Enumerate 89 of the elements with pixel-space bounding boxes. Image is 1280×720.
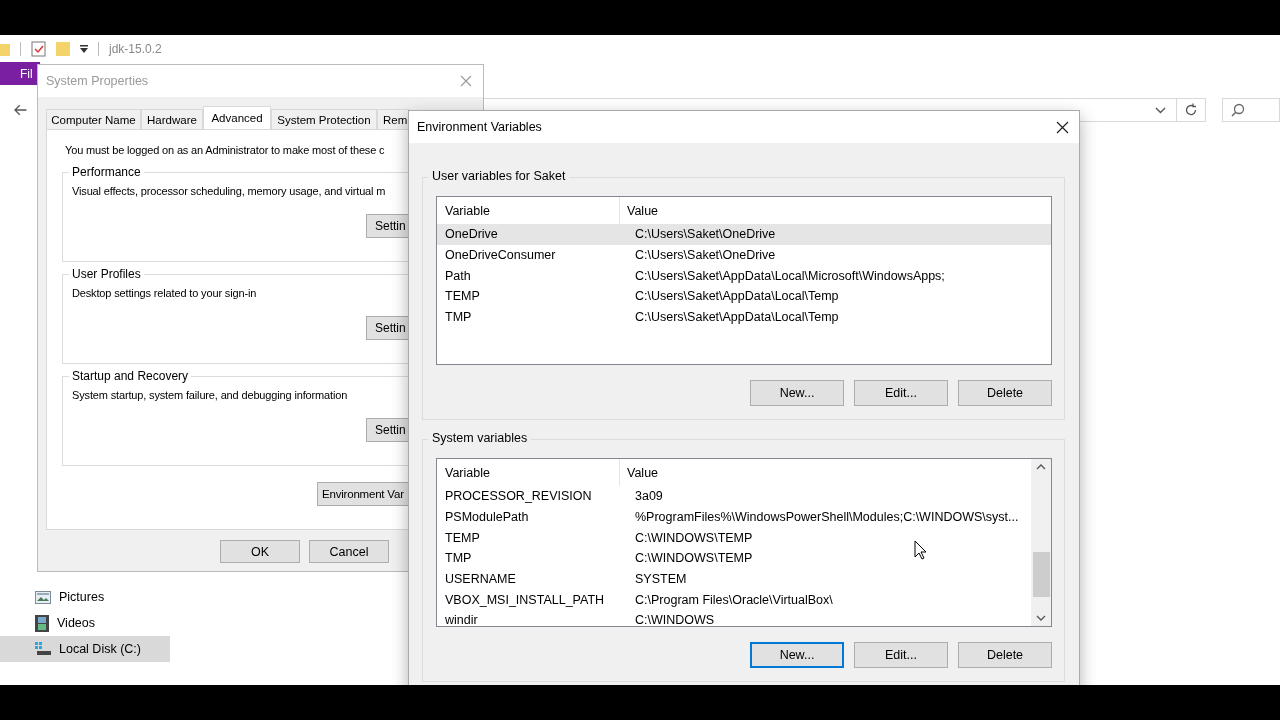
list-row[interactable]: OneDriveConsumer C:\Users\Saket\OneDrive (437, 244, 1051, 266)
list-row[interactable]: TEMP C:\Users\Saket\AppData\Local\Temp (437, 286, 1051, 307)
variable-name: OneDrive (444, 227, 499, 242)
column-header[interactable]: Value (620, 197, 1051, 224)
variable-value: C:\WINDOWS\TEMP (634, 530, 753, 545)
list-row[interactable]: VBOX_MSI_INSTALL_PATH C:\Program Files\Oracle\VirtualBox\ (437, 589, 1031, 611)
dialog-button[interactable]: OK (220, 540, 300, 563)
variable-value: 3a09 (634, 489, 663, 504)
column-header[interactable]: Value (620, 459, 1031, 486)
dialog-button[interactable]: New... (750, 380, 844, 406)
settings-button[interactable]: Settin (366, 214, 409, 238)
dialog-button[interactable]: Delete (958, 380, 1052, 406)
list-row[interactable]: TMP C:\WINDOWS\TEMP (437, 548, 1031, 569)
group-title: User variables for Saket (428, 169, 570, 183)
search-field[interactable] (1222, 98, 1280, 122)
variable-name: USERNAME (444, 572, 517, 587)
environment-variables-button[interactable]: Environment Var (317, 482, 409, 506)
settings-button[interactable]: Settin (366, 418, 409, 442)
chevron-down-icon[interactable] (1155, 106, 1167, 114)
scrollbar-thumb[interactable] (1032, 552, 1050, 597)
variable-value: C:\Users\Saket\OneDrive (634, 248, 776, 263)
file-tab[interactable]: Fil (0, 62, 40, 85)
variable-name: windir (444, 613, 479, 626)
list-row[interactable]: TEMP C:\WINDOWS\TEMP (437, 527, 1031, 549)
properties-icon[interactable] (31, 40, 46, 57)
list-row[interactable]: PROCESSOR_REVISION 3a09 (437, 486, 1031, 507)
tab[interactable]: Rem (377, 109, 410, 129)
list-row[interactable]: Path C:\Users\Saket\AppData\Local\Microsoft\WindowsApps; (437, 265, 1051, 287)
group-title: System variables (428, 431, 532, 445)
tab[interactable]: System Protection (271, 109, 377, 129)
close-icon[interactable] (1056, 120, 1069, 134)
variable-value: C:\WINDOWS (634, 613, 715, 626)
dialog-button[interactable]: Edit... (854, 642, 948, 668)
group-description: Visual effects, processor scheduling, memory usage, and virtual m (72, 185, 387, 197)
window-title: Environment Variables (417, 120, 542, 134)
variable-name: TMP (444, 551, 473, 566)
variable-value: %ProgramFiles%\WindowsPowerShell\Modules;C:\WINDOWS\syst... (634, 510, 1019, 525)
tab[interactable]: Computer Name (46, 109, 141, 129)
group-title: Performance (69, 165, 144, 179)
search-icon (1231, 103, 1245, 117)
scrollbar[interactable] (1031, 459, 1051, 626)
dialog-button[interactable]: Edit... (854, 380, 948, 406)
tab[interactable]: Hardware (141, 109, 203, 129)
sidebar-item[interactable]: Local Disk (C:) (0, 636, 170, 662)
variable-name: TMP (444, 310, 473, 325)
dialog-button[interactable]: New... (750, 642, 844, 668)
variable-name: PROCESSOR_REVISION (444, 489, 593, 504)
dialog-button[interactable]: Cancel (309, 540, 389, 563)
variable-value: C:\Users\Saket\AppData\Local\Temp (634, 310, 839, 325)
sidebar-item[interactable]: Pictures (0, 584, 170, 610)
variable-name: PSModulePath (444, 510, 530, 525)
scroll-down-icon[interactable] (1036, 615, 1046, 621)
variable-name: OneDriveConsumer (444, 248, 557, 263)
variable-value: SYSTEM (634, 572, 687, 587)
sidebar-item[interactable]: Videos (0, 610, 170, 636)
window-title: jdk-15.0.2 (109, 41, 162, 56)
variable-value: C:\Users\Saket\AppData\Local\Temp (634, 289, 839, 304)
group-description: Desktop settings related to your sign-in (72, 287, 258, 299)
variable-name: TEMP (444, 289, 481, 304)
list-row[interactable]: TMP C:\Users\Saket\AppData\Local\Temp (437, 306, 1051, 328)
variable-value: C:\WINDOWS\TEMP (634, 551, 753, 566)
list-row[interactable]: PSModulePath %ProgramFiles%\WindowsPowerShell\Modules;C:\WINDOWS\syst... (437, 506, 1031, 528)
variable-value: C:\Users\Saket\OneDrive (634, 227, 776, 242)
window-title: System Properties (46, 74, 149, 88)
group-description: System startup, system failure, and debugging information (72, 389, 349, 401)
disk-icon (35, 642, 51, 656)
variable-name: VBOX_MSI_INSTALL_PATH (444, 592, 606, 607)
list-row[interactable]: windir C:\WINDOWS (437, 610, 1031, 626)
dropdown-icon[interactable] (80, 44, 88, 53)
variable-name: TEMP (444, 530, 481, 545)
group-title: User Profiles (69, 267, 144, 281)
group-title: Startup and Recovery (69, 369, 192, 383)
film-icon (35, 614, 49, 632)
variable-value: C:\Users\Saket\AppData\Local\Microsoft\WindowsApps; (634, 268, 945, 283)
variable-name: Path (444, 268, 472, 283)
refresh-button[interactable] (1177, 98, 1206, 122)
picture-icon (35, 590, 51, 604)
settings-button[interactable]: Settin (366, 316, 409, 340)
variable-value: C:\Program Files\Oracle\VirtualBox\ (634, 592, 833, 607)
column-header[interactable]: Variable (437, 459, 620, 486)
list-row[interactable]: USERNAME SYSTEM (437, 568, 1031, 590)
dialog-button[interactable]: Delete (958, 642, 1052, 668)
list-row[interactable]: OneDrive C:\Users\Saket\OneDrive (437, 224, 1051, 245)
refresh-icon[interactable] (1184, 103, 1199, 117)
scroll-up-icon[interactable] (1036, 464, 1046, 470)
notice-text: You must be logged on as an Administrator to make most of these c (65, 144, 386, 156)
mouse-pointer-icon (914, 540, 927, 560)
back-arrow-icon[interactable] (14, 104, 28, 116)
tab[interactable]: Advanced (203, 106, 271, 129)
